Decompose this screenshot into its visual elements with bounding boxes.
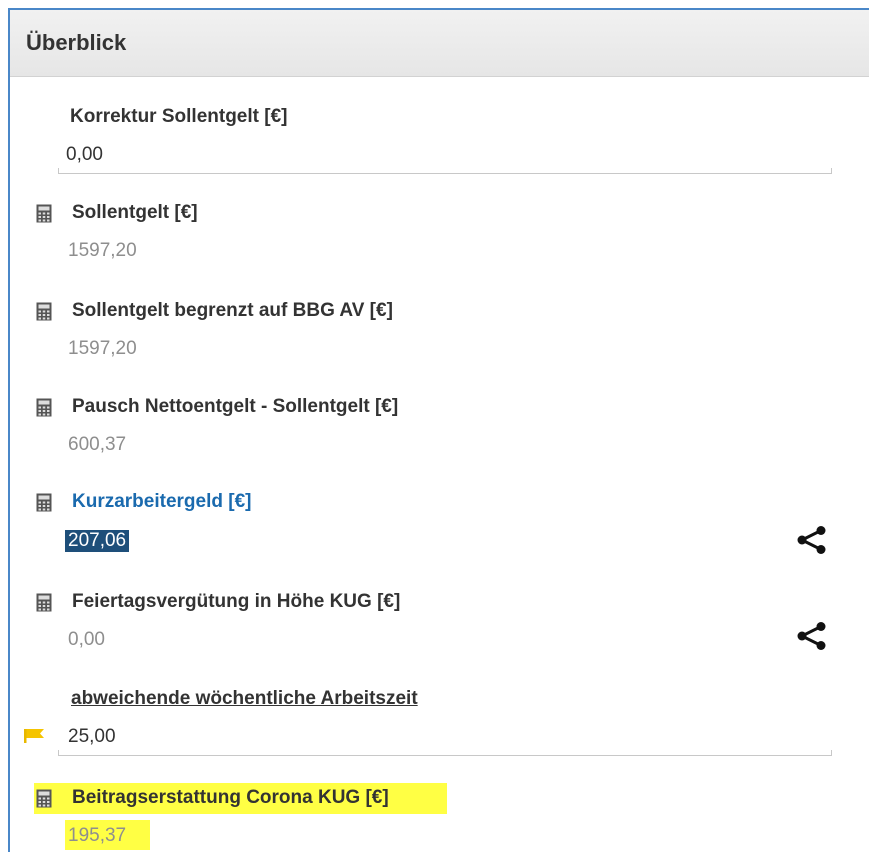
input-underline xyxy=(58,750,832,756)
field-value: 0,00 xyxy=(68,629,105,650)
calculator-icon xyxy=(36,593,52,612)
calculator-icon xyxy=(36,302,52,321)
field-label: Sollentgelt [€] xyxy=(72,202,198,223)
field-value: 195,37 xyxy=(68,825,127,846)
panel-title: Überblick xyxy=(10,10,869,77)
field-label: Feiertagsvergütung in Höhe KUG [€] xyxy=(72,591,401,612)
field-label: Korrektur Sollentgelt [€] xyxy=(70,106,288,127)
input-underline xyxy=(58,168,832,174)
calculator-icon xyxy=(36,398,52,417)
calculator-icon xyxy=(36,204,52,223)
arbeitszeit-input[interactable]: 25,00 xyxy=(68,726,116,748)
field-value-selected: 207,06 xyxy=(65,530,130,552)
korrektur-sollentgelt-input[interactable]: 0,00 xyxy=(66,144,103,166)
field-value: 1597,20 xyxy=(68,240,137,261)
overview-panel: Überblick Korrektur Sollentgelt [€] 0,00… xyxy=(8,8,869,852)
kurzarbeitergeld-link[interactable]: Kurzarbeitergeld [€] xyxy=(72,491,251,513)
calculator-icon xyxy=(36,789,52,808)
field-value: 1597,20 xyxy=(68,338,137,359)
calculator-icon xyxy=(36,493,52,512)
field-label: Beitragserstattung Corona KUG [€] xyxy=(72,787,389,808)
share-icon[interactable] xyxy=(796,620,828,652)
flag-icon xyxy=(24,729,44,743)
share-icon[interactable] xyxy=(796,524,828,556)
field-label: Sollentgelt begrenzt auf BBG AV [€] xyxy=(72,300,393,321)
arbeitszeit-link[interactable]: abweichende wöchentliche Arbeitszeit xyxy=(71,688,418,710)
field-label: Pausch Nettoentgelt - Sollentgelt [€] xyxy=(72,396,399,417)
field-value: 600,37 xyxy=(68,434,127,455)
